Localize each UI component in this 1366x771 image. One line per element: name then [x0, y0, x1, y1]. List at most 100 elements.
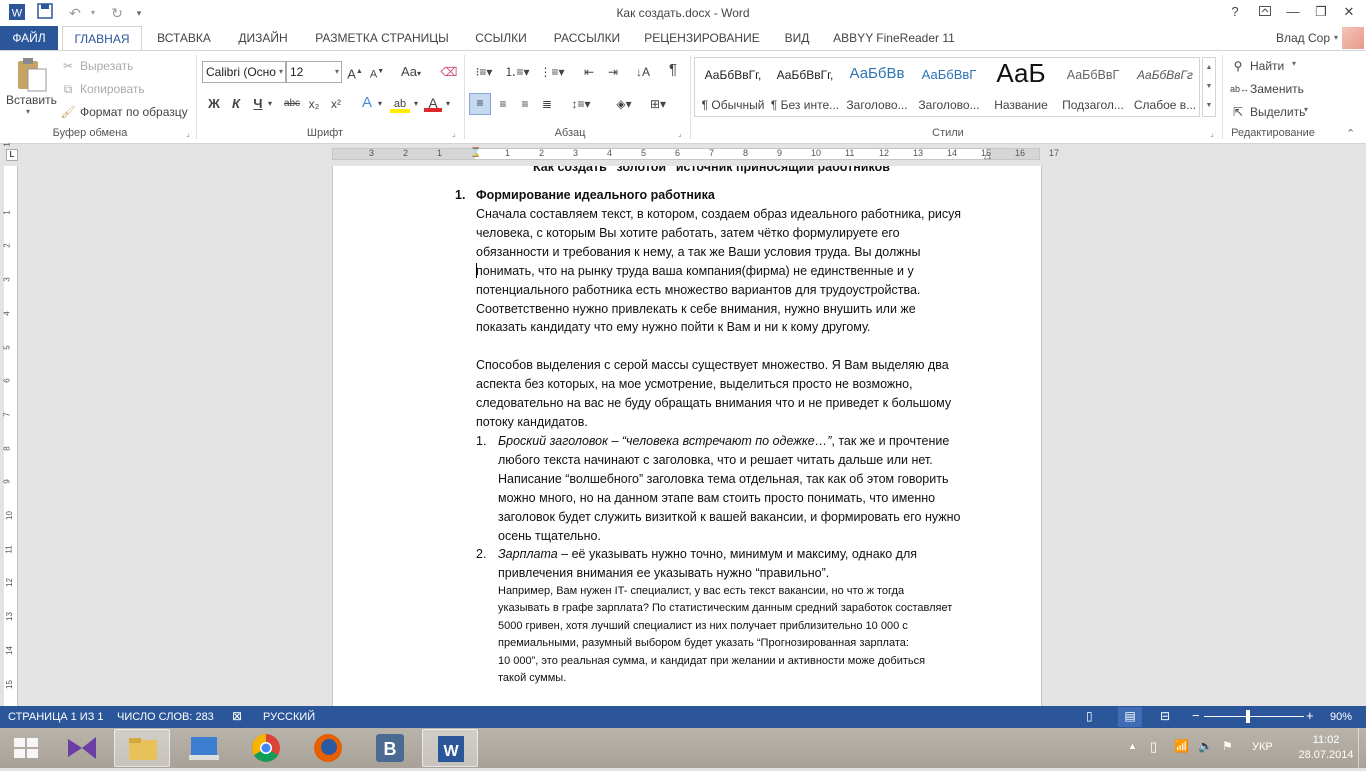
word-count[interactable]: ЧИСЛО СЛОВ: 283 [117, 711, 214, 723]
horizontal-ruler[interactable]: 3 2 1 1 2 3 4 5 6 7 8 9 10 11 12 13 14 15 16 17 ⌛ △ [332, 147, 1059, 161]
style-subtitle[interactable]: АаБбВвГ Подзагол... [1057, 58, 1129, 116]
windows-start-icon[interactable] [0, 729, 52, 767]
justify-icon[interactable]: ≣ [538, 95, 556, 113]
cut-button[interactable]: Вырезать [80, 59, 133, 73]
page-count[interactable]: СТРАНИЦА 1 ИЗ 1 [8, 711, 104, 723]
increase-indent-icon[interactable]: ⇥ [604, 63, 622, 81]
bold-button[interactable]: Ж [206, 95, 222, 113]
tab-abbyy[interactable]: ABBYY FineReader 11 [826, 26, 962, 50]
change-case-icon[interactable]: Aa▾ [396, 63, 426, 81]
clock-time[interactable]: 11:02 [1306, 734, 1346, 746]
firefox-icon[interactable] [300, 729, 356, 767]
paste-button[interactable]: Вставить [6, 93, 57, 107]
proofing-icon[interactable]: ⊠ [232, 709, 242, 723]
tab-selector-icon[interactable]: L [6, 149, 18, 161]
highlight-dropdown-icon[interactable]: ▾ [412, 95, 420, 113]
control-panel-icon[interactable] [176, 729, 232, 767]
zoom-track[interactable] [1204, 716, 1304, 717]
clipboard-launcher-icon[interactable]: ⌟ [186, 129, 190, 138]
text-effects-icon[interactable]: A [358, 94, 376, 112]
indent-marker-icon[interactable]: ⌛ [470, 147, 481, 158]
paste-icon[interactable] [8, 57, 52, 97]
strikethrough-button[interactable]: abc [282, 95, 302, 113]
decrease-indent-icon[interactable]: ⇤ [580, 63, 598, 81]
tab-mailings[interactable]: РАССЫЛКИ [544, 26, 630, 50]
close-button[interactable]: ✕ [1336, 2, 1362, 22]
align-left-icon[interactable]: ≡ [469, 93, 491, 115]
text-effects-dropdown-icon[interactable]: ▾ [376, 95, 384, 113]
scroll-down-icon[interactable]: ▼ [1203, 77, 1215, 96]
select-button[interactable]: Выделить [1250, 105, 1305, 119]
clear-formatting-icon[interactable]: ⌫ [440, 63, 458, 81]
show-desktop-button[interactable] [1358, 728, 1366, 768]
underline-dropdown-icon[interactable]: ▾ [266, 95, 274, 113]
show-formatting-icon[interactable]: ¶ [664, 61, 682, 79]
print-layout-icon[interactable]: ▤ [1118, 707, 1142, 727]
font-color-dropdown-icon[interactable]: ▾ [444, 95, 452, 113]
styles-launcher-icon[interactable]: ⌟ [1210, 129, 1214, 138]
subscript-button[interactable]: x₂ [306, 95, 322, 113]
replace-button[interactable]: Заменить [1250, 82, 1304, 96]
zoom-slider-thumb[interactable] [1246, 710, 1250, 723]
user-name[interactable]: Влад Сор [1250, 26, 1330, 50]
font-name-combo[interactable]: Calibri (Осно ▾ [202, 61, 286, 83]
vertical-ruler[interactable]: 112345678910111213141516 [3, 143, 18, 722]
multilevel-list-icon[interactable]: ⋮≡▾ [538, 63, 566, 81]
style-heading-2[interactable]: АаБбВвГ Заголово... [913, 58, 985, 116]
chrome-icon[interactable] [238, 729, 294, 767]
help-button[interactable]: ? [1222, 2, 1248, 22]
superscript-button[interactable]: x² [328, 95, 344, 113]
file-explorer-icon[interactable] [114, 729, 170, 767]
zoom-level[interactable]: 90% [1330, 711, 1352, 723]
style-normal[interactable]: АаБбВвГг, ¶ Обычный [697, 58, 769, 116]
bullets-icon[interactable]: ⁝≡▾ [472, 63, 496, 81]
device-icon[interactable]: ▯ [1150, 739, 1157, 755]
keyboard-language[interactable]: УКР [1252, 741, 1273, 753]
styles-scroll[interactable]: ▲ ▼ ▼ [1202, 57, 1216, 117]
more-styles-icon[interactable]: ▼ [1203, 96, 1215, 115]
volume-icon[interactable]: 🔈 [1198, 739, 1213, 753]
shading-icon[interactable]: ◈▾ [610, 95, 638, 113]
font-size-combo[interactable]: 12 ▾ [286, 61, 342, 83]
vk-icon[interactable]: В [362, 729, 418, 767]
grow-font-icon[interactable]: A▲ [346, 63, 364, 81]
read-mode-icon[interactable]: ▯ [1086, 709, 1093, 723]
shrink-font-icon[interactable]: A▼ [368, 63, 386, 81]
style-no-spacing[interactable]: АаБбВвГг, ¶ Без инте... [769, 58, 841, 116]
tab-references[interactable]: ССЫЛКИ [464, 26, 538, 50]
format-painter-button[interactable]: Формат по образцу [80, 105, 188, 119]
action-center-icon[interactable]: ⚑ [1222, 739, 1233, 753]
tab-view[interactable]: ВИД [774, 26, 820, 50]
ribbon-display-options-icon[interactable] [1252, 2, 1278, 22]
network-icon[interactable]: 📶 [1174, 739, 1189, 753]
paragraph-launcher-icon[interactable]: ⌟ [678, 129, 682, 138]
document-page[interactable]: Как создать “золотой” источник приносящи… [332, 166, 1042, 706]
copy-button[interactable]: Копировать [80, 82, 145, 96]
word-taskbar-icon[interactable]: W [422, 729, 478, 767]
clock-date[interactable]: 28.07.2014 [1298, 749, 1354, 761]
tab-page-layout[interactable]: РАЗМЕТКА СТРАНИЦЫ [306, 26, 458, 50]
sort-icon[interactable]: ↓A [634, 63, 652, 81]
web-layout-icon[interactable]: ⊟ [1160, 709, 1170, 723]
highlight-icon[interactable]: ab [390, 95, 410, 113]
minimize-button[interactable]: — [1280, 2, 1306, 22]
tab-insert[interactable]: ВСТАВКА [148, 26, 220, 50]
style-subtle-emphasis[interactable]: АаБбВвГг Слабое в... [1129, 58, 1201, 116]
tab-review[interactable]: РЕЦЕНЗИРОВАНИЕ [636, 26, 768, 50]
right-indent-marker-icon[interactable]: △ [984, 150, 991, 161]
paste-dropdown-icon[interactable]: ▾ [26, 107, 30, 116]
user-dropdown-icon[interactable]: ▾ [1332, 26, 1340, 50]
tab-file[interactable]: ФАЙЛ [0, 26, 58, 50]
line-spacing-icon[interactable]: ↕≡▾ [566, 95, 596, 113]
borders-icon[interactable]: ⊞▾ [644, 95, 672, 113]
underline-button[interactable]: Ч [250, 95, 266, 113]
show-hidden-icons-icon[interactable]: ▲ [1128, 741, 1137, 751]
tab-home[interactable]: ГЛАВНАЯ [62, 26, 142, 50]
language[interactable]: РУССКИЙ [263, 711, 315, 723]
font-color-icon[interactable]: A [424, 94, 442, 112]
find-dropdown-icon[interactable]: ▾ [1292, 59, 1296, 68]
zoom-out-button[interactable]: − [1192, 708, 1200, 723]
style-title[interactable]: АаБ Название [985, 58, 1057, 116]
scroll-up-icon[interactable]: ▲ [1203, 58, 1215, 77]
find-button[interactable]: Найти [1250, 59, 1284, 73]
